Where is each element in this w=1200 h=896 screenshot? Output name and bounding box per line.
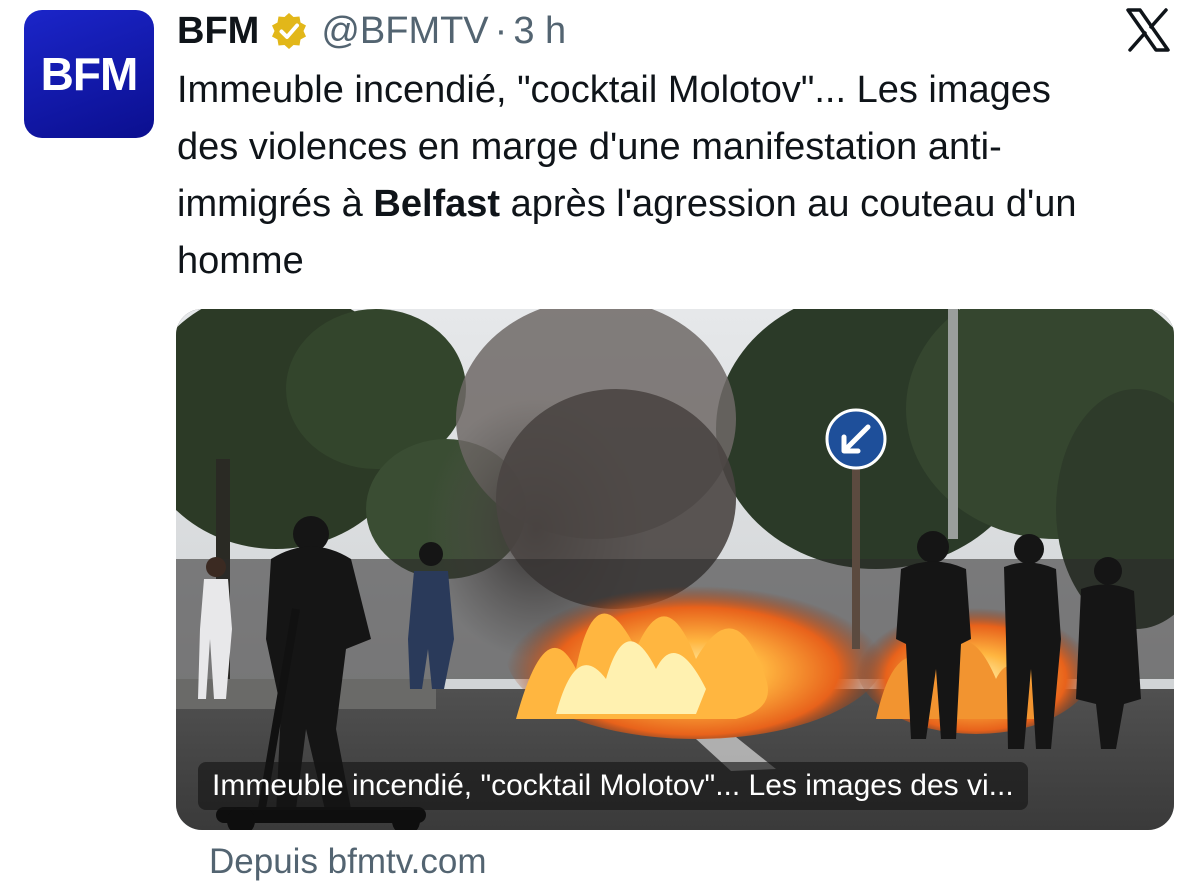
news-photo (176, 309, 1174, 830)
verified-badge-icon (269, 11, 309, 51)
link-card[interactable]: Immeuble incendié, "cocktail Molotov"...… (176, 309, 1174, 830)
x-logo-icon[interactable] (1120, 2, 1176, 58)
tweet-header: BFM @BFMTV · 3 h (177, 8, 566, 54)
link-card-caption: Immeuble incendié, "cocktail Molotov"...… (198, 762, 1028, 810)
link-source[interactable]: Depuis bfmtv.com (209, 842, 487, 882)
timestamp[interactable]: 3 h (513, 10, 566, 53)
avatar-logo-text: BFM (40, 48, 139, 100)
avatar[interactable]: BFM (24, 10, 154, 138)
handle[interactable]: @BFMTV (321, 10, 488, 53)
display-name[interactable]: BFM (177, 10, 259, 53)
tweet-text-bold[interactable]: Belfast (373, 183, 500, 225)
separator-dot: · (494, 9, 508, 52)
tweet-text: Immeuble incendié, "cocktail Molotov"...… (177, 62, 1077, 290)
